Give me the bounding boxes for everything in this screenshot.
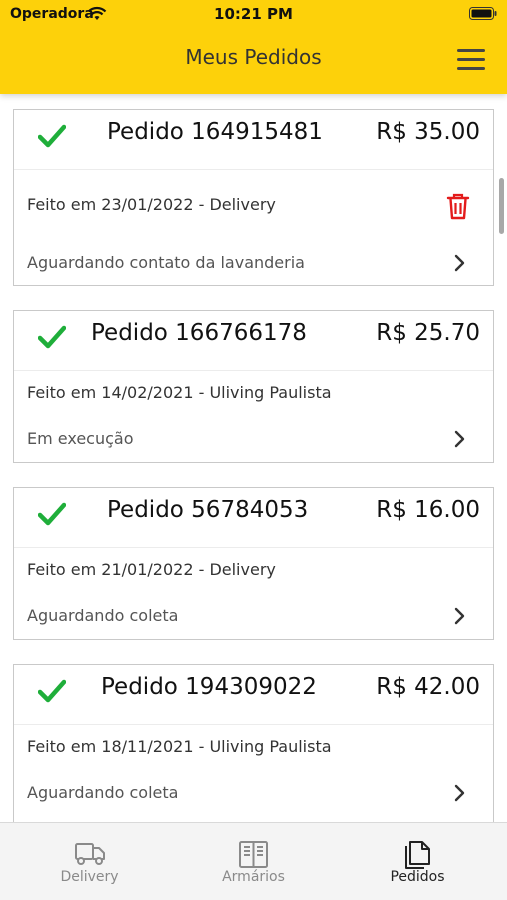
tab-delivery[interactable]: Delivery (5, 823, 174, 900)
order-date-origin: Feito em 21/01/2022 - Delivery (27, 560, 276, 579)
order-date-origin: Feito em 14/02/2021 - Uliving Paulista (27, 383, 332, 402)
order-card[interactable]: Pedido 56784053 R$ 16.00 Feito em 21/01/… (13, 487, 494, 640)
order-status: Em execução (27, 429, 134, 448)
check-icon (38, 679, 66, 703)
menu-button[interactable] (457, 49, 487, 71)
check-icon (38, 325, 66, 349)
orders-list[interactable]: Pedido 164915481 R$ 35.00 Feito em 23/01… (0, 94, 507, 822)
order-card[interactable]: Pedido 194309022 R$ 42.00 Feito em 18/11… (13, 664, 494, 822)
hamburger-icon (457, 49, 485, 52)
order-card-header: Pedido 164915481 R$ 35.00 (14, 110, 493, 170)
tab-pedidos[interactable]: Pedidos (333, 823, 502, 900)
chevron-right-icon[interactable] (453, 784, 465, 802)
order-status: Aguardando coleta (27, 783, 179, 802)
top-app-bar: Operadora 10:21 PM Meus Pedidos (0, 0, 507, 94)
order-card-header: Pedido 166766178 R$ 25.70 (14, 311, 493, 371)
trash-icon[interactable] (445, 192, 471, 220)
order-number: Pedido 166766178 (91, 320, 307, 346)
order-date-origin: Feito em 23/01/2022 - Delivery (27, 195, 276, 214)
order-price: R$ 25.70 (376, 320, 480, 346)
order-card-header: Pedido 56784053 R$ 16.00 (14, 488, 493, 548)
order-card-header: Pedido 194309022 R$ 42.00 (14, 665, 493, 725)
tab-armarios[interactable]: Armários (169, 823, 338, 900)
check-icon (38, 502, 66, 526)
chevron-right-icon[interactable] (453, 430, 465, 448)
tab-label: Delivery (60, 869, 119, 885)
order-price: R$ 42.00 (376, 674, 480, 700)
truck-icon (75, 843, 105, 865)
check-icon (38, 124, 66, 148)
order-card[interactable]: Pedido 164915481 R$ 35.00 Feito em 23/01… (13, 109, 494, 286)
order-card[interactable]: Pedido 166766178 R$ 25.70 Feito em 14/02… (13, 310, 494, 463)
order-number: Pedido 164915481 (107, 119, 323, 145)
tab-label: Armários (222, 869, 285, 885)
bottom-tab-bar: Delivery Armários Pedidos (0, 822, 507, 900)
tab-label: Pedidos (390, 869, 445, 885)
order-date-origin: Feito em 18/11/2021 - Uliving Paulista (27, 737, 332, 756)
chevron-right-icon[interactable] (453, 254, 465, 272)
order-status: Aguardando contato da lavanderia (27, 253, 305, 272)
scrollbar[interactable] (499, 178, 504, 234)
status-time: 10:21 PM (214, 5, 293, 23)
documents-icon (405, 841, 430, 869)
order-price: R$ 35.00 (376, 119, 480, 145)
page-title: Meus Pedidos (185, 45, 322, 69)
chevron-right-icon[interactable] (453, 607, 465, 625)
order-number: Pedido 56784053 (107, 497, 309, 523)
battery-icon (469, 7, 497, 20)
order-status: Aguardando coleta (27, 606, 179, 625)
order-price: R$ 16.00 (376, 497, 480, 523)
status-bar: Operadora 10:21 PM (0, 5, 507, 25)
lockers-icon (239, 841, 268, 868)
order-number: Pedido 194309022 (101, 674, 317, 700)
